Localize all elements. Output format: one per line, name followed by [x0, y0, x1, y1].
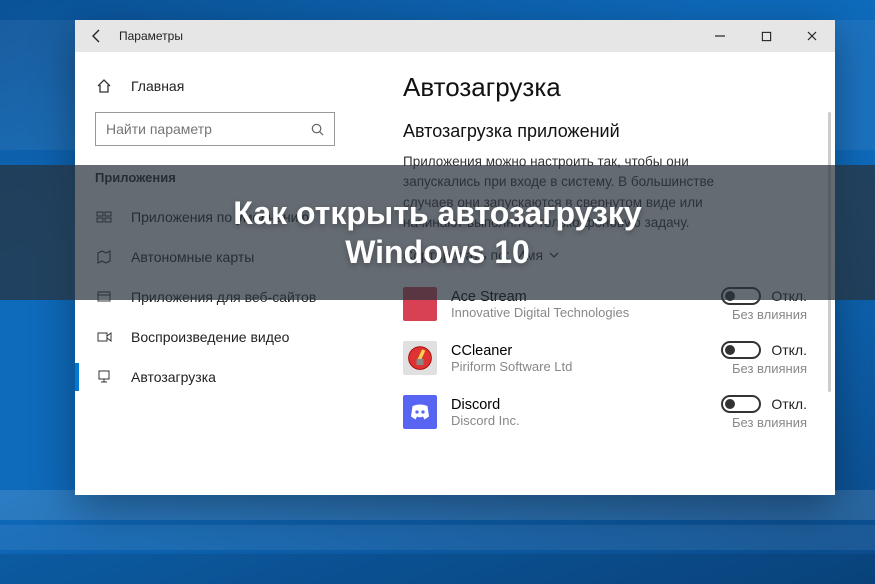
app-publisher: Piriform Software Ltd	[451, 359, 721, 374]
search-icon	[300, 122, 334, 137]
search-box[interactable]	[95, 112, 335, 146]
app-publisher: Discord Inc.	[451, 413, 721, 428]
sidebar-item-label: Приложения по умолчанию	[131, 209, 309, 225]
startup-toggle[interactable]	[721, 395, 761, 413]
sidebar-item-startup[interactable]: Автозагрузка	[75, 357, 375, 397]
app-name: Discord	[451, 397, 721, 413]
sort-label: Сортировать по:	[403, 247, 510, 263]
window-title: Параметры	[119, 29, 183, 43]
sidebar-item-label: Воспроизведение видео	[131, 329, 289, 345]
app-row: Ace Stream Innovative Digital Technologi…	[403, 277, 807, 331]
home-icon	[95, 78, 113, 94]
back-button[interactable]	[75, 20, 119, 52]
sidebar-item-label: Автономные карты	[131, 249, 254, 265]
titlebar: Параметры	[75, 20, 835, 52]
app-row: CCleaner Piriform Software Ltd Откл. Без…	[403, 331, 807, 385]
sidebar-item-label: Приложения для веб-сайтов	[131, 289, 316, 305]
maps-icon	[95, 249, 113, 265]
video-icon	[95, 329, 113, 345]
section-description: Приложения можно настроить так, чтобы он…	[403, 152, 763, 233]
maximize-button[interactable]	[743, 20, 789, 52]
startup-icon	[95, 369, 113, 385]
app-publisher: Innovative Digital Technologies	[451, 305, 721, 320]
sidebar-item-website-apps[interactable]: Приложения для веб-сайтов	[75, 277, 375, 317]
sidebar-section-label: Приложения	[75, 164, 375, 197]
minimize-button[interactable]	[697, 20, 743, 52]
startup-impact: Без влияния	[732, 307, 807, 322]
sidebar-item-offline-maps[interactable]: Автономные карты	[75, 237, 375, 277]
startup-impact: Без влияния	[732, 361, 807, 376]
startup-toggle[interactable]	[721, 341, 761, 359]
content-pane: Автозагрузка Автозагрузка приложений При…	[375, 52, 835, 495]
sidebar-item-default-apps[interactable]: Приложения по умолчанию	[75, 197, 375, 237]
sort-value: Имя	[516, 247, 543, 263]
sidebar-item-video-playback[interactable]: Воспроизведение видео	[75, 317, 375, 357]
section-title: Автозагрузка приложений	[403, 121, 807, 142]
page-title: Автозагрузка	[403, 72, 807, 103]
startup-impact: Без влияния	[732, 415, 807, 430]
sidebar-item-label: Автозагрузка	[131, 369, 216, 385]
app-icon	[403, 395, 437, 429]
toggle-state-label: Откл.	[771, 288, 807, 304]
chevron-down-icon	[549, 250, 559, 260]
sort-control[interactable]: Сортировать по: Имя	[403, 247, 807, 263]
sidebar-home[interactable]: Главная	[75, 70, 375, 102]
sidebar-home-label: Главная	[131, 78, 184, 94]
app-icon	[403, 341, 437, 375]
website-apps-icon	[95, 289, 113, 305]
app-name: Ace Stream	[451, 289, 721, 305]
app-icon	[403, 287, 437, 321]
scrollbar[interactable]	[828, 112, 831, 392]
search-input[interactable]	[96, 121, 300, 137]
toggle-state-label: Откл.	[771, 342, 807, 358]
sidebar: Главная Приложения Приложения по умолчан…	[75, 52, 375, 495]
settings-window: Параметры Главная	[75, 20, 835, 495]
default-apps-icon	[95, 209, 113, 225]
close-button[interactable]	[789, 20, 835, 52]
startup-toggle[interactable]	[721, 287, 761, 305]
app-name: CCleaner	[451, 343, 721, 359]
toggle-state-label: Откл.	[771, 396, 807, 412]
app-row: Discord Discord Inc. Откл. Без влияния	[403, 385, 807, 439]
